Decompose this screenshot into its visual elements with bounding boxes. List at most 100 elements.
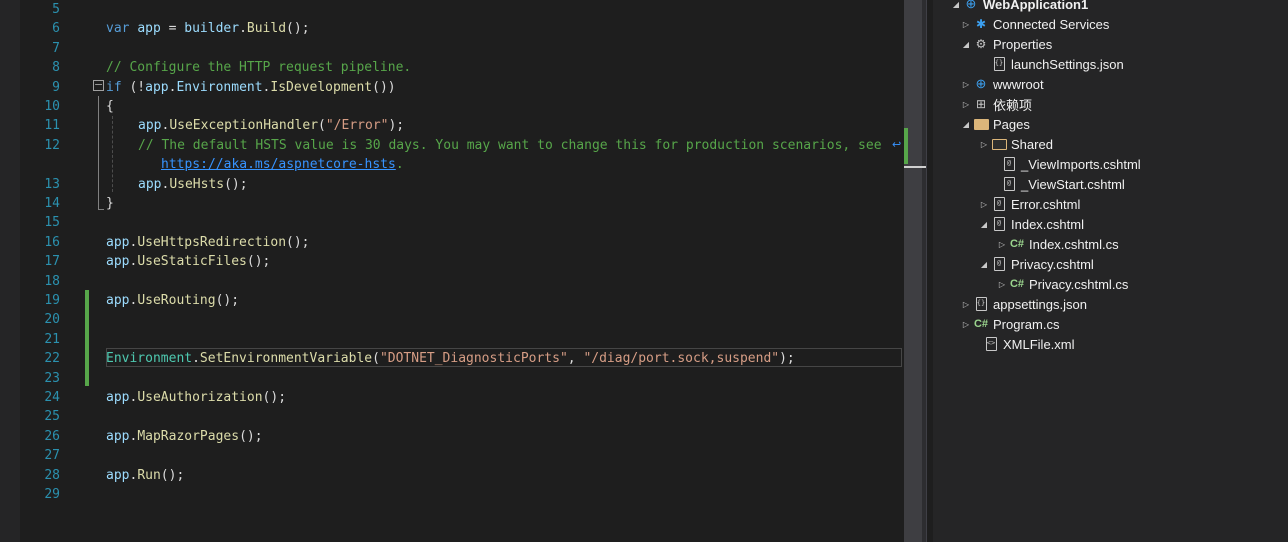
tree-item-dependencies[interactable]: ▷ ⊞ 依赖项 — [959, 94, 1032, 114]
tree-item-privacy-cs[interactable]: ▷ C# Privacy.cshtml.cs — [995, 274, 1129, 294]
code-text: app.UseExceptionHandler("/Error"); — [138, 118, 405, 134]
collapsed-arrow-icon[interactable]: ▷ — [959, 80, 973, 89]
line-number: 28 — [44, 467, 60, 483]
code-line: 11 app.UseExceptionHandler("/Error"); — [20, 116, 904, 135]
line-number: 21 — [44, 331, 60, 347]
code-text: var app = builder.Build(); — [106, 21, 310, 37]
editor-vertical-scrollbar[interactable] — [904, 0, 926, 542]
tree-item-label: _ViewStart.cshtml — [1021, 176, 1125, 192]
folder-icon — [991, 138, 1007, 150]
line-number: 6 — [52, 21, 60, 37]
line-number: 12 — [44, 137, 60, 153]
tree-item-connected-services[interactable]: ▷ ✱ Connected Services — [959, 14, 1109, 34]
tree-item-properties[interactable]: ◢ ⚙ Properties — [959, 34, 1052, 54]
tree-item-program-cs[interactable]: ▷ C# Program.cs — [959, 314, 1060, 334]
line-number: 8 — [52, 60, 60, 76]
line-number: 16 — [44, 234, 60, 250]
tree-item-label: wwwroot — [993, 76, 1044, 92]
code-line: 12 // The default HSTS value is 30 days.… — [20, 136, 904, 155]
tree-item-wwwroot[interactable]: ▷ ⊕ wwwroot — [959, 74, 1044, 94]
line-number: 22 — [44, 351, 60, 367]
tree-item-appsettings[interactable]: ▷ {} appsettings.json — [959, 294, 1087, 314]
tree-item-xmlfile[interactable]: <> XMLFile.xml — [983, 334, 1075, 354]
line-number: 24 — [44, 390, 60, 405]
razor-file-icon: @ — [993, 257, 1005, 271]
code-line: 18 — [20, 272, 904, 291]
code-comment: // Configure the HTTP request pipeline. — [106, 60, 412, 76]
tree-item-label: 依赖项 — [993, 98, 1033, 114]
scrollbar-thumb[interactable] — [904, 0, 922, 542]
tree-item-pages[interactable]: ◢ Pages — [959, 114, 1030, 134]
collapsed-arrow-icon[interactable]: ▷ — [995, 280, 1009, 289]
code-line: 26 app.MapRazorPages(); — [20, 427, 904, 446]
code-line: 21 — [20, 330, 904, 349]
line-number: 13 — [44, 176, 60, 192]
code-line: 10 { — [20, 97, 904, 116]
collapsed-arrow-icon[interactable]: ▷ — [959, 20, 973, 29]
tree-item-viewstart[interactable]: @ _ViewStart.cshtml — [1001, 174, 1125, 194]
collapsed-arrow-icon[interactable]: ▷ — [959, 100, 973, 109]
tree-item-privacy[interactable]: ◢ @ Privacy.cshtml — [977, 254, 1094, 274]
collapsed-arrow-icon[interactable]: ▷ — [959, 320, 973, 329]
json-file-icon: {} — [975, 297, 987, 311]
code-line: 27 — [20, 446, 904, 465]
razor-file-icon: @ — [1003, 177, 1015, 191]
line-number: 27 — [44, 448, 60, 464]
tree-item-label: Index.cshtml — [1011, 216, 1084, 232]
code-line: 22 Environment.SetEnvironmentVariable("D… — [20, 349, 904, 368]
line-number: 26 — [44, 428, 60, 444]
tree-item-label: Index.cshtml.cs — [1029, 236, 1119, 252]
editor-left-strip — [0, 0, 20, 542]
tree-item-label: Connected Services — [993, 16, 1110, 32]
tree-item-label: Program.cs — [993, 316, 1060, 332]
tree-item-label: Error.cshtml — [1011, 196, 1081, 212]
code-line: 7 — [20, 39, 904, 58]
tree-item-webapplication1[interactable]: ◢ ⊕ WebApplication1 — [949, 0, 1088, 14]
tree-item-shared[interactable]: ▷ Shared — [977, 134, 1053, 154]
tree-item-error[interactable]: ▷ @ Error.cshtml — [977, 194, 1080, 214]
razor-file-icon: @ — [993, 197, 1005, 211]
tree-item-label: launchSettings.json — [1011, 56, 1124, 72]
panel-splitter[interactable] — [926, 0, 933, 542]
code-line: 19 app.UseRouting(); — [20, 291, 904, 310]
code-line: 24 app.UseAuthorization(); — [20, 388, 904, 407]
line-number: 17 — [44, 254, 60, 270]
code-line: 6 var app = builder.Build(); — [20, 19, 904, 38]
code-text: app.UseHttpsRedirection(); — [106, 234, 310, 250]
code-text: app.UseRouting(); — [106, 293, 240, 308]
code-line: 28 app.Run(); — [20, 466, 904, 485]
expanded-arrow-icon[interactable]: ◢ — [959, 40, 973, 49]
code-line: 23 — [20, 369, 904, 388]
tree-item-label: WebApplication1 — [983, 0, 1089, 12]
collapsed-arrow-icon[interactable]: ▷ — [995, 240, 1009, 249]
folder-open-icon — [973, 118, 989, 130]
tree-item-index-cs[interactable]: ▷ C# Index.cshtml.cs — [995, 234, 1119, 254]
code-line: 15 — [20, 213, 904, 232]
collapsed-arrow-icon[interactable]: ▷ — [977, 200, 991, 209]
line-number: 18 — [44, 273, 60, 289]
tree-item-index[interactable]: ◢ @ Index.cshtml — [977, 214, 1084, 234]
hsts-link[interactable]: https://aka.ms/aspnetcore-hsts — [161, 157, 396, 172]
code-editor[interactable]: − ↩ 5 6 var app = builder.Build(); 7 8 /… — [20, 0, 904, 542]
line-number: 5 — [52, 2, 60, 17]
expanded-arrow-icon[interactable]: ◢ — [959, 120, 973, 129]
code-line: 29 — [20, 485, 904, 504]
expanded-arrow-icon[interactable]: ◢ — [977, 220, 991, 229]
code-line: 16 app.UseHttpsRedirection(); — [20, 233, 904, 252]
line-number: 9 — [52, 79, 60, 95]
xml-file-icon: <> — [985, 337, 997, 351]
tree-item-viewimports[interactable]: @ _ViewImports.cshtml — [1001, 154, 1141, 174]
expanded-arrow-icon[interactable]: ◢ — [977, 260, 991, 269]
line-number: 15 — [44, 215, 60, 231]
line-number: 11 — [44, 118, 60, 134]
collapsed-arrow-icon[interactable]: ▷ — [959, 300, 973, 309]
scrollbar-change-marker — [904, 128, 908, 164]
expanded-arrow-icon[interactable]: ◢ — [949, 0, 963, 9]
code-text: } — [106, 196, 114, 211]
collapsed-arrow-icon[interactable]: ▷ — [977, 140, 991, 149]
line-number: 19 — [44, 293, 60, 308]
razor-file-icon: @ — [993, 217, 1005, 231]
code-text: if (!app.Environment.IsDevelopment()) — [106, 79, 396, 95]
wrench-icon: ⚙ — [975, 37, 987, 51]
tree-item-launchsettings[interactable]: {} launchSettings.json — [991, 54, 1124, 74]
